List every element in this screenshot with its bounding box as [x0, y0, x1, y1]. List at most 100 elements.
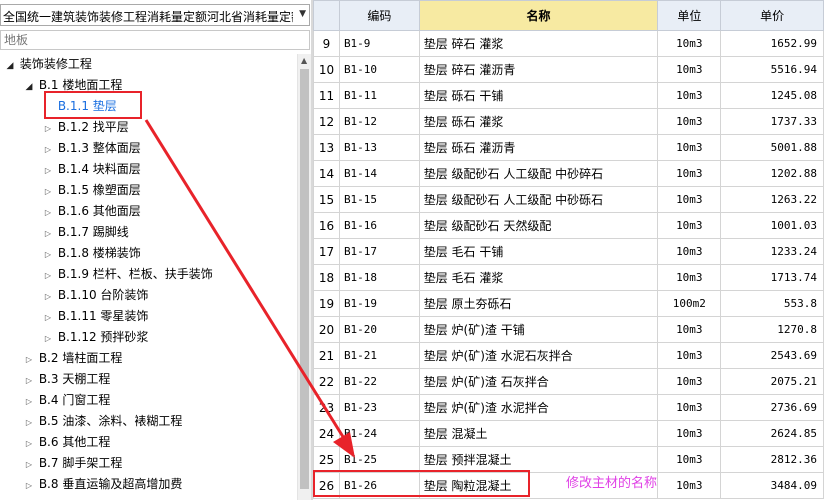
row-number[interactable]: 22: [313, 368, 340, 395]
price-cell[interactable]: 1652.99: [720, 30, 824, 57]
price-cell[interactable]: 1270.8: [720, 316, 824, 343]
tree-expand-icon[interactable]: ▷: [23, 412, 35, 433]
code-cell[interactable]: B1-15: [338, 186, 420, 213]
price-cell[interactable]: 1001.03: [720, 212, 824, 239]
tree-expand-icon[interactable]: ▷: [42, 202, 54, 223]
unit-cell[interactable]: 10m3: [657, 446, 722, 473]
tree-expand-icon[interactable]: ▷: [23, 349, 35, 370]
tree-node[interactable]: ◢ B.1 楼地面工程: [23, 75, 123, 98]
name-cell[interactable]: 垫层 砾石 干铺: [418, 82, 659, 109]
table-row[interactable]: 12 B1-12 垫层 砾石 灌浆 10m3 1737.33: [313, 108, 824, 135]
name-cell[interactable]: 垫层 碎石 灌沥青: [418, 56, 659, 83]
unit-cell[interactable]: 10m3: [657, 212, 722, 239]
code-cell[interactable]: B1-23: [338, 394, 420, 421]
unit-cell[interactable]: 10m3: [657, 160, 722, 187]
name-cell[interactable]: 垫层 毛石 干铺: [418, 238, 659, 265]
name-cell[interactable]: 垫层 炉(矿)渣 水泥石灰拌合: [418, 342, 659, 369]
row-number[interactable]: 21: [313, 342, 340, 369]
unit-cell[interactable]: 10m3: [657, 186, 722, 213]
name-cell[interactable]: 垫层 炉(矿)渣 石灰拌合: [418, 368, 659, 395]
row-number[interactable]: 20: [313, 316, 340, 343]
row-number[interactable]: 14: [313, 160, 340, 187]
code-cell[interactable]: B1-9: [338, 30, 420, 57]
row-number[interactable]: 23: [313, 394, 340, 421]
tree-expand-icon[interactable]: ▷: [42, 118, 54, 139]
table-row[interactable]: 9 B1-9 垫层 碎石 灌浆 10m3 1652.99: [313, 30, 824, 57]
col-header-price[interactable]: 单价: [720, 0, 824, 31]
price-cell[interactable]: 2736.69: [720, 394, 824, 421]
table-row[interactable]: 25 B1-25 垫层 预拌混凝土 10m3 2812.36: [313, 446, 824, 473]
scrollbar-thumb[interactable]: [300, 69, 309, 489]
price-cell[interactable]: 3484.09: [720, 472, 824, 499]
table-row[interactable]: 10 B1-10 垫层 碎石 灌沥青 10m3 5516.94: [313, 56, 824, 83]
table-row[interactable]: 15 B1-15 垫层 级配砂石 人工级配 中砂砾石 10m3 1263.22: [313, 186, 824, 213]
row-number[interactable]: 15: [313, 186, 340, 213]
tree-node[interactable]: ▷ B.1.5 橡塑面层: [42, 180, 141, 201]
table-row[interactable]: 13 B1-13 垫层 砾石 灌沥青 10m3 5001.88: [313, 134, 824, 161]
table-row[interactable]: 22 B1-22 垫层 炉(矿)渣 石灰拌合 10m3 2075.21: [313, 368, 824, 395]
tree-node[interactable]: ▷ B.8 垂直运输及超高增加费: [23, 474, 182, 495]
tree-node[interactable]: ▷ B.5 油漆、涂料、裱糊工程: [23, 411, 182, 432]
chevron-down-icon[interactable]: ▼: [299, 9, 306, 19]
name-cell[interactable]: 垫层 砾石 灌浆: [418, 108, 659, 135]
row-number[interactable]: 19: [313, 290, 340, 317]
code-cell[interactable]: B1-22: [338, 368, 420, 395]
code-cell[interactable]: B1-10: [338, 56, 420, 83]
tree-node[interactable]: ▷ B.1.9 栏杆、栏板、扶手装饰: [42, 264, 213, 285]
price-cell[interactable]: 553.8: [720, 290, 824, 317]
tree-node[interactable]: ▷ B.2 墙柱面工程: [23, 348, 122, 369]
tree-node[interactable]: ▷ B.1.7 踢脚线: [42, 222, 129, 243]
name-cell[interactable]: 垫层 级配砂石 人工级配 中砂碎石: [418, 160, 659, 187]
name-cell[interactable]: 垫层 炉(矿)渣 干铺: [418, 316, 659, 343]
name-cell[interactable]: 垫层 毛石 灌浆: [418, 264, 659, 291]
tree-expand-icon[interactable]: ▷: [42, 181, 54, 202]
price-cell[interactable]: 1233.24: [720, 238, 824, 265]
unit-cell[interactable]: 10m3: [657, 134, 722, 161]
table-row[interactable]: 19 B1-19 垫层 原土夯砾石 100m2 553.8: [313, 290, 824, 317]
tree-collapse-icon[interactable]: ◢: [23, 77, 35, 98]
row-number[interactable]: 13: [313, 134, 340, 161]
tree-expand-icon[interactable]: ▷: [23, 475, 35, 496]
name-cell[interactable]: 垫层 混凝土: [418, 420, 659, 447]
unit-cell[interactable]: 10m3: [657, 238, 722, 265]
tree-expand-icon[interactable]: ▷: [42, 307, 54, 328]
row-number[interactable]: 17: [313, 238, 340, 265]
table-row[interactable]: 14 B1-14 垫层 级配砂石 人工级配 中砂碎石 10m3 1202.88: [313, 160, 824, 187]
tree-node[interactable]: ▷ B.1.4 块料面层: [42, 159, 141, 180]
row-number[interactable]: 26: [313, 472, 340, 499]
tree-node[interactable]: ▷ B.1.11 零星装饰: [42, 306, 149, 328]
unit-cell[interactable]: 10m3: [657, 108, 722, 135]
tree-node[interactable]: ▷ B.1.8 楼梯装饰: [42, 243, 141, 264]
scroll-up-icon[interactable]: ▲: [301, 56, 307, 65]
name-cell[interactable]: 垫层 预拌混凝土: [418, 446, 659, 473]
tree-expand-icon[interactable]: ▷: [42, 139, 54, 160]
code-cell[interactable]: B1-24: [338, 420, 420, 447]
row-number[interactable]: 16: [313, 212, 340, 239]
tree-node[interactable]: ▷ B.7 脚手架工程: [23, 453, 122, 474]
price-cell[interactable]: 1202.88: [720, 160, 824, 187]
price-cell[interactable]: 2812.36: [720, 446, 824, 473]
code-cell[interactable]: B1-11: [338, 82, 420, 109]
tree-node[interactable]: ◢ 装饰装修工程: [4, 54, 92, 75]
unit-cell[interactable]: 10m3: [657, 264, 722, 291]
col-header-unit[interactable]: 单位: [657, 0, 722, 31]
table-row[interactable]: 18 B1-18 垫层 毛石 灌浆 10m3 1713.74: [313, 264, 824, 291]
row-number[interactable]: 18: [313, 264, 340, 291]
tree-node[interactable]: B.1.1 垫层: [42, 96, 117, 117]
tree-node[interactable]: ▷ B.1.12 预拌砂浆: [42, 327, 149, 349]
tree-expand-icon[interactable]: ▷: [23, 454, 35, 475]
row-number[interactable]: 12: [313, 108, 340, 135]
code-cell[interactable]: B1-20: [338, 316, 420, 343]
tree-expand-icon[interactable]: ▷: [42, 328, 54, 349]
row-number[interactable]: 9: [313, 30, 340, 57]
code-cell[interactable]: B1-13: [338, 134, 420, 161]
price-cell[interactable]: 1263.22: [720, 186, 824, 213]
code-cell[interactable]: B1-18: [338, 264, 420, 291]
tree-expand-icon[interactable]: ▷: [42, 265, 54, 286]
name-cell[interactable]: 垫层 炉(矿)渣 水泥拌合: [418, 394, 659, 421]
tree-expand-icon[interactable]: ▷: [42, 286, 54, 307]
tree-scrollbar[interactable]: ▲: [297, 54, 312, 500]
name-cell[interactable]: 垫层 陶粒混凝土: [418, 472, 659, 499]
price-cell[interactable]: 1737.33: [720, 108, 824, 135]
row-number[interactable]: 11: [313, 82, 340, 109]
